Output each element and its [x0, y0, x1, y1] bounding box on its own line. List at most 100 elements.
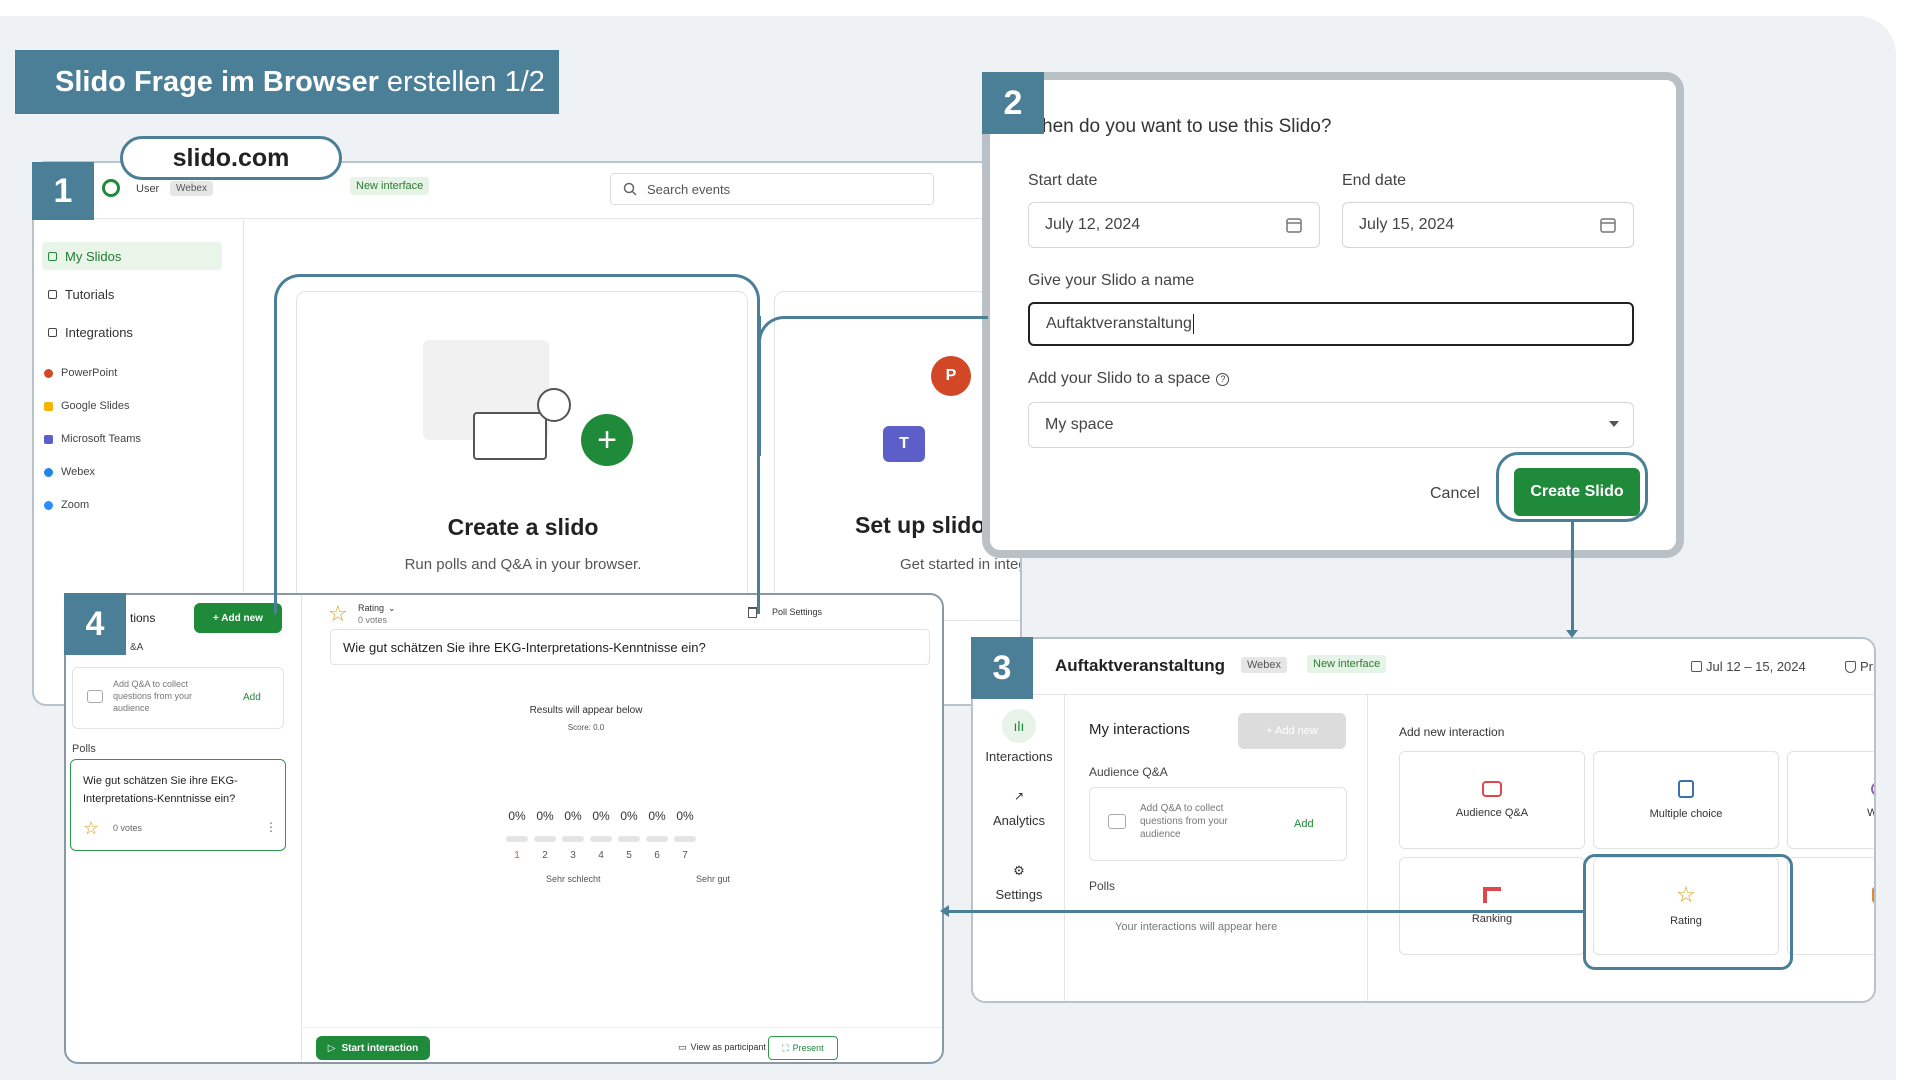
page-title: Slido Frage im Browser erstellen 1/2 — [15, 50, 559, 114]
sidebar-sub-webex[interactable]: Webex — [44, 466, 95, 478]
nav-settings[interactable]: ⚙ Settings — [973, 863, 1065, 902]
rating-percent: 0% — [648, 809, 666, 823]
sidebar-sub-zoom[interactable]: Zoom — [44, 499, 89, 511]
rating-bar — [506, 836, 528, 842]
setup-slido-title: Set up slido — [855, 512, 986, 538]
poll-editor-window: tions &A + Add new Add Q&A to collect qu… — [64, 593, 944, 1064]
sidebar-sub-google-slides[interactable]: Google Slides — [44, 400, 130, 412]
powerpoint-icon: P — [931, 356, 971, 396]
create-slido-title: Create a slido — [447, 514, 599, 540]
tile-quiz[interactable]: Q — [1787, 857, 1874, 955]
title-bold: Slido Frage im Browser — [55, 65, 379, 98]
teams-icon: T — [883, 426, 925, 462]
qa-card[interactable]: Add Q&A to collect questions from your a… — [1089, 787, 1347, 861]
rating-scale: 1 2 3 4 5 6 7 — [503, 845, 723, 863]
add-qa-link[interactable]: Add — [1294, 818, 1314, 830]
nav-analytics[interactable]: ↗ Analytics — [973, 789, 1065, 828]
create-slido-card[interactable]: + Create a slido Run polls and Q&A in yo… — [296, 291, 748, 621]
rating-percent: 0% — [508, 809, 526, 823]
poll-item-text: Wie gut schätzen Sie ihre EKG-Interpreta… — [83, 775, 238, 805]
help-icon[interactable]: ? — [1216, 372, 1230, 386]
new-interface-badge[interactable]: New interface — [350, 177, 430, 195]
poll-settings-button[interactable]: Poll Settings — [772, 607, 822, 617]
sidebar-sub-microsoft-teams[interactable]: Microsoft Teams — [44, 433, 141, 445]
puzzle-icon — [48, 328, 57, 337]
powerpoint-icon — [44, 368, 53, 378]
plus-circle-icon[interactable]: + — [581, 414, 633, 466]
add-new-button[interactable]: + Add new — [194, 603, 282, 633]
question-input[interactable]: Wie gut schätzen Sie ihre EKG-Interpreta… — [330, 629, 930, 665]
start-interaction-button[interactable]: ▷ Start interaction — [316, 1036, 430, 1060]
name-label: Give your Slido a name — [1028, 272, 1195, 289]
rating-percent: 0% — [592, 809, 610, 823]
end-date-field[interactable]: July 15, 2024 — [1342, 202, 1634, 248]
rating-bar — [590, 836, 612, 842]
connector-rating-to-poll — [948, 910, 1584, 913]
scale-number: 5 — [626, 850, 632, 861]
slido-logo-icon[interactable] — [102, 179, 120, 197]
end-date-label: End date — [1342, 172, 1407, 189]
view-as-participant-button[interactable]: ▭ View as participant — [678, 1042, 766, 1053]
tile-multiple-choice[interactable]: Multiple choice — [1593, 751, 1779, 849]
sidebar-item-integrations[interactable]: Integrations — [42, 325, 133, 340]
tile-audience-qa[interactable]: Audience Q&A — [1399, 751, 1585, 849]
sidebar-item-my-slidos[interactable]: My Slidos — [42, 242, 222, 270]
rating-bar — [674, 836, 696, 842]
present-button[interactable]: ⛶ Present — [768, 1036, 838, 1060]
tile-ranking[interactable]: Ranking — [1399, 857, 1585, 955]
scale-number: 4 — [598, 850, 604, 861]
rating-votes: 0 votes — [358, 615, 388, 625]
add-qa-link[interactable]: Add — [243, 692, 261, 703]
laptop-person-illustration — [473, 412, 547, 460]
scale-number: 6 — [654, 850, 660, 861]
score: Score: 0.0 — [567, 723, 605, 732]
arrow-down-icon — [1566, 630, 1578, 638]
poll-list-item[interactable]: Wie gut schätzen Sie ihre EKG-Interpreta… — [70, 759, 286, 851]
event-name: Auftaktveranstaltung — [1055, 656, 1226, 675]
rating-percent: 0% — [564, 809, 582, 823]
start-date-label: Start date — [1028, 172, 1098, 189]
sidebar-item-tutorials[interactable]: Tutorials — [42, 287, 114, 302]
rating-bar — [562, 836, 584, 842]
my-interactions-title: My interactions — [1089, 721, 1190, 738]
slido-name-input[interactable]: Auftaktveranstaltung — [1028, 302, 1634, 346]
shield-icon — [1845, 660, 1856, 673]
tile-word-cloud[interactable]: Word — [1787, 751, 1874, 849]
trend-icon: ↗ — [1013, 789, 1025, 803]
person-illustration — [537, 388, 571, 422]
scale-number: 7 — [682, 850, 688, 861]
nav-interactions[interactable]: ılı Interactions — [973, 709, 1065, 764]
scale-number: 1 — [514, 850, 520, 861]
rating-bar — [618, 836, 640, 842]
audience-qa-label: Audience Q&A — [1089, 765, 1168, 779]
trash-icon[interactable] — [748, 607, 757, 618]
start-date-field[interactable]: July 12, 2024 — [1028, 202, 1320, 248]
rating-bar — [646, 836, 668, 842]
sidebar-sub-powerpoint[interactable]: PowerPoint — [44, 367, 117, 379]
step-badge-4: 4 — [64, 593, 126, 655]
setup-slido-subtitle: Get started in integrations. — [900, 556, 1020, 573]
connector-dialog-to-event — [1571, 522, 1574, 634]
quiz-icon — [1872, 887, 1874, 903]
space-select[interactable]: My space — [1028, 402, 1634, 448]
add-new-button[interactable]: + Add new — [1238, 713, 1346, 749]
qa-card[interactable]: Add Q&A to collect questions from your a… — [72, 667, 284, 729]
new-interface-badge[interactable]: New interface — [1307, 655, 1387, 673]
dialog-question: hen do you want to use this Slido? — [1042, 116, 1332, 137]
scale-low-label: Sehr schlecht — [546, 874, 601, 884]
rating-tile-highlight — [1583, 854, 1793, 970]
scale-number: 3 — [570, 850, 576, 861]
more-options-icon[interactable]: ⋮ — [265, 820, 277, 834]
checklist-icon — [1678, 780, 1694, 798]
rating-percent: 0% — [620, 809, 638, 823]
search-input[interactable]: Search events — [610, 173, 934, 205]
rating-percentages: 0% 0% 0% 0% 0% 0% 0% — [503, 807, 723, 825]
calendar-icon — [48, 251, 57, 261]
cancel-button[interactable]: Cancel — [1430, 485, 1480, 503]
poll-type-dropdown[interactable]: Rating ⌄ — [358, 603, 396, 614]
add-new-interaction-title: Add new interaction — [1399, 725, 1505, 739]
polls-label: Polls — [1089, 879, 1116, 893]
results-hint: Results will appear below — [529, 705, 643, 716]
expand-icon: ⛶ — [782, 1042, 789, 1053]
rating-bar — [534, 836, 556, 842]
